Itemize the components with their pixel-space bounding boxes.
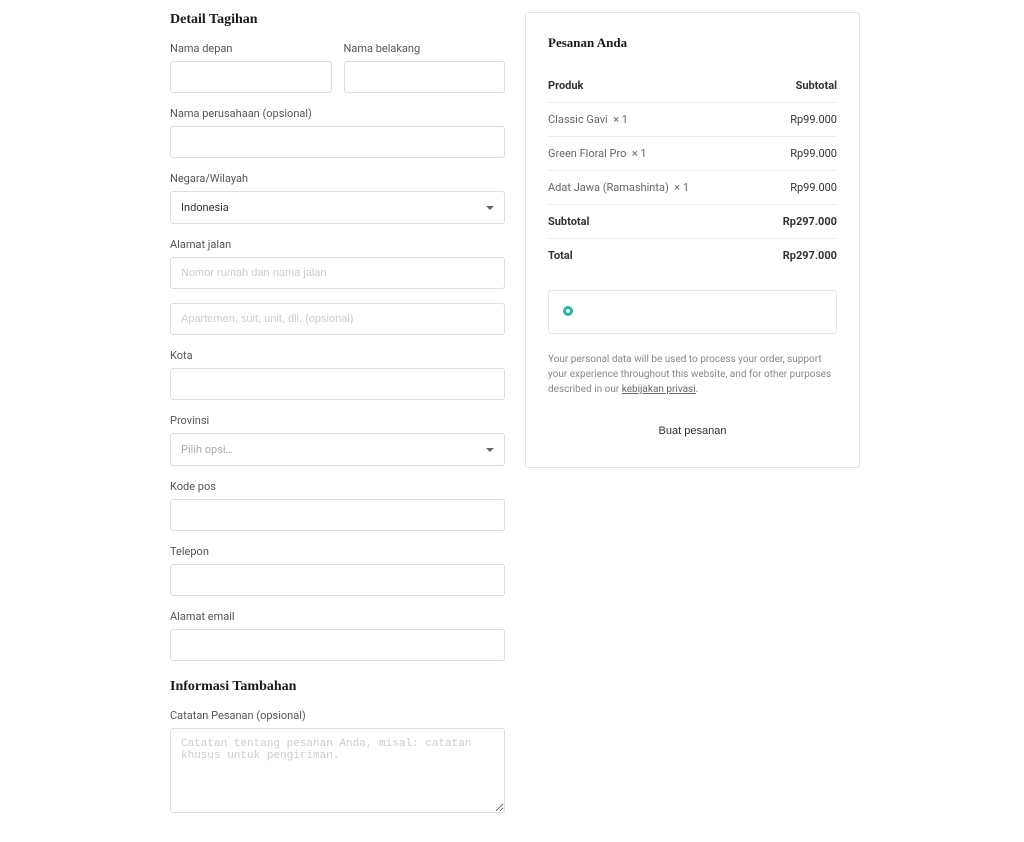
phone-input[interactable] — [170, 564, 505, 596]
company-input[interactable] — [170, 126, 505, 158]
privacy-text: Your personal data will be used to proce… — [548, 352, 837, 397]
total-value: Rp297.000 — [757, 239, 837, 273]
order-item-price: Rp99.000 — [757, 137, 837, 171]
chevron-down-icon — [486, 206, 494, 210]
order-item-qty: × 1 — [632, 147, 647, 160]
order-summary-box: Pesanan Anda Produk Subtotal Classic Gav… — [525, 12, 860, 468]
notes-textarea[interactable] — [170, 728, 505, 813]
subtotal-value: Rp297.000 — [757, 205, 837, 239]
province-label: Provinsi — [170, 414, 505, 427]
address2-input[interactable] — [170, 303, 505, 335]
order-item-row: Adat Jawa (Ramashinta) × 1Rp99.000 — [548, 171, 837, 205]
total-label: Total — [548, 239, 757, 273]
header-subtotal: Subtotal — [757, 69, 837, 103]
payment-radio-icon[interactable] — [563, 306, 573, 316]
subtotal-label: Subtotal — [548, 205, 757, 239]
address1-input[interactable] — [170, 257, 505, 289]
email-label: Alamat email — [170, 610, 505, 623]
country-value: Indonesia — [181, 201, 229, 214]
header-product: Produk — [548, 69, 757, 103]
order-item-name: Green Floral Pro × 1 — [548, 137, 757, 171]
privacy-policy-link[interactable]: kebijakan privasi — [622, 384, 696, 395]
notes-label: Catatan Pesanan (opsional) — [170, 709, 505, 722]
first-name-input[interactable] — [170, 61, 332, 93]
first-name-label: Nama depan — [170, 42, 332, 55]
postcode-input[interactable] — [170, 499, 505, 531]
order-title: Pesanan Anda — [548, 35, 837, 51]
city-label: Kota — [170, 349, 505, 362]
chevron-down-icon — [486, 448, 494, 452]
last-name-label: Nama belakang — [344, 42, 506, 55]
province-placeholder: Pilih opsi… — [181, 443, 233, 456]
phone-label: Telepon — [170, 545, 505, 558]
last-name-input[interactable] — [344, 61, 506, 93]
payment-method-box — [548, 290, 837, 334]
email-input[interactable] — [170, 629, 505, 661]
city-input[interactable] — [170, 368, 505, 400]
province-select[interactable]: Pilih opsi… — [170, 433, 505, 466]
billing-title: Detail Tagihan — [170, 12, 505, 28]
order-item-qty: × 1 — [674, 181, 689, 194]
order-item-qty: × 1 — [613, 113, 628, 126]
company-label: Nama perusahaan (opsional) — [170, 107, 505, 120]
country-select[interactable]: Indonesia — [170, 191, 505, 224]
postcode-label: Kode pos — [170, 480, 505, 493]
place-order-button[interactable]: Buat pesanan — [643, 417, 743, 445]
order-item-name: Adat Jawa (Ramashinta) × 1 — [548, 171, 757, 205]
order-item-price: Rp99.000 — [757, 103, 837, 137]
additional-title: Informasi Tambahan — [170, 679, 505, 695]
order-table: Produk Subtotal Classic Gavi × 1Rp99.000… — [548, 69, 837, 272]
order-item-price: Rp99.000 — [757, 171, 837, 205]
order-item-name: Classic Gavi × 1 — [548, 103, 757, 137]
order-item-row: Classic Gavi × 1Rp99.000 — [548, 103, 837, 137]
order-item-row: Green Floral Pro × 1Rp99.000 — [548, 137, 837, 171]
country-label: Negara/Wilayah — [170, 172, 505, 185]
address-label: Alamat jalan — [170, 238, 505, 251]
